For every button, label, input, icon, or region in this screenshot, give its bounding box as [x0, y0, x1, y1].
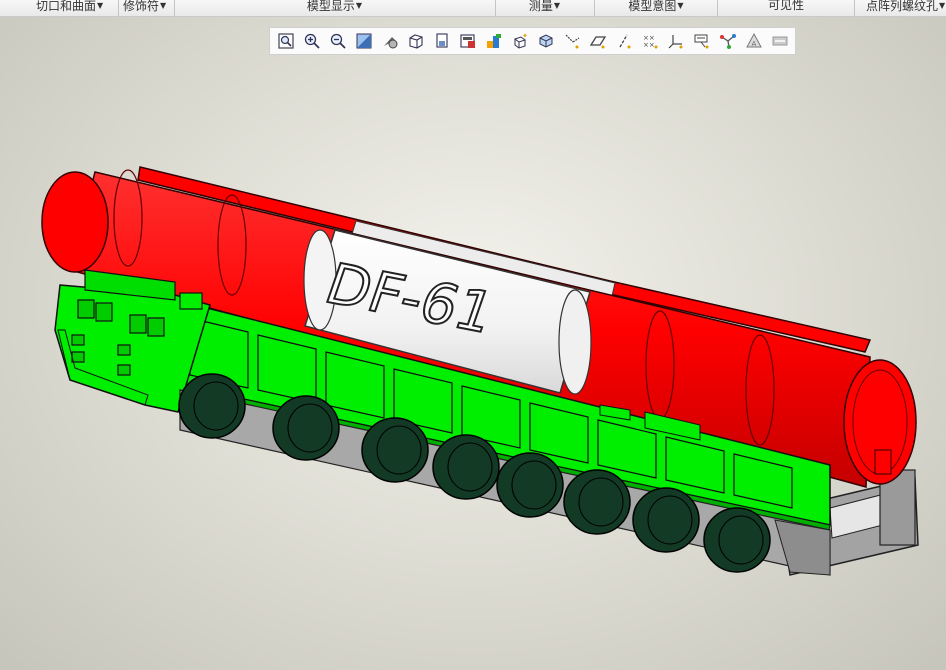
wheel [432, 434, 500, 500]
model-viewport[interactable]: DF-61 [0, 0, 946, 670]
wheel [703, 507, 771, 573]
wheel [178, 373, 246, 439]
wheel [563, 469, 631, 535]
wheel [272, 395, 340, 461]
wheel [632, 487, 700, 553]
wheel [496, 452, 564, 518]
wheel [361, 417, 429, 483]
